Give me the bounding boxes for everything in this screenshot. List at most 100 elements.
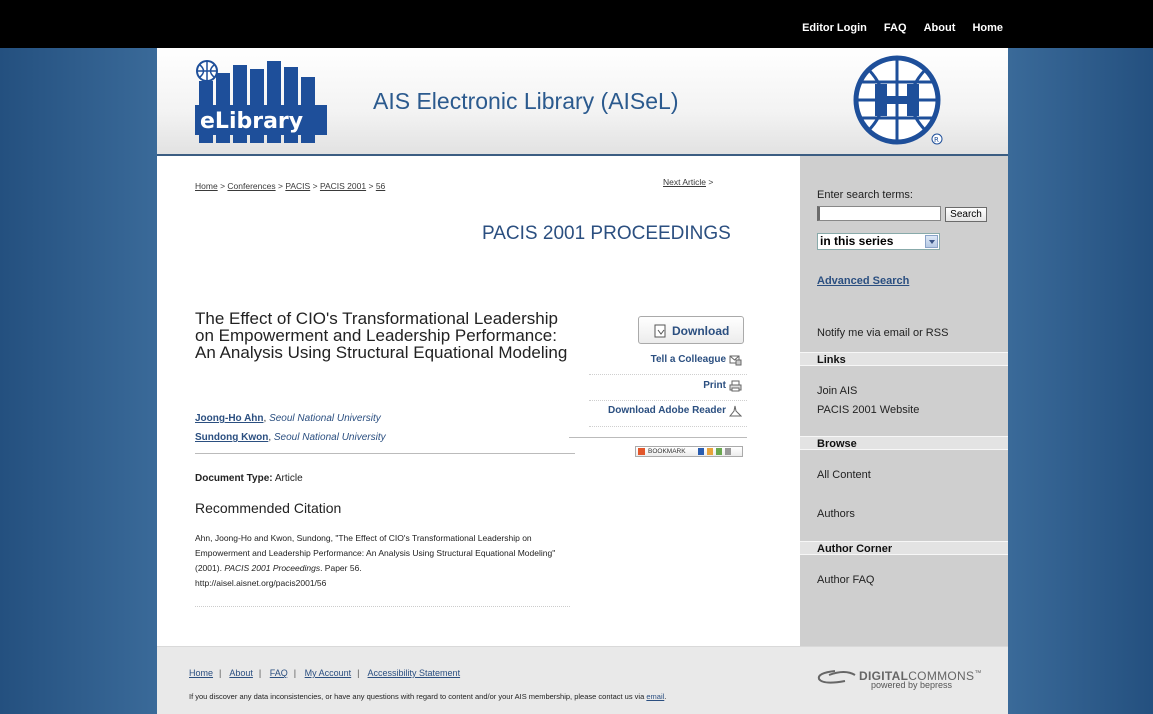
footer-link-about[interactable]: About [229,668,253,678]
footer-link-my-account[interactable]: My Account [305,668,352,678]
topnav-home[interactable]: Home [972,22,1003,34]
footer-link-home[interactable]: Home [189,668,213,678]
breadcrumb-pacis[interactable]: PACIS [285,181,310,191]
tell-colleague-row: Tell a Colleague [577,354,744,370]
separator: | [258,668,262,678]
share-icon [707,448,713,455]
search-label: Enter search terms: [817,189,913,201]
site-header: eLibrary AIS Electronic Library (AISeL) … [157,48,1008,154]
divider [195,606,570,607]
digital-commons-sub: powered by bepress [871,680,953,690]
elibrary-logo[interactable]: eLibrary [195,59,327,145]
footer-links: Home | About | FAQ | My Account | Accessibil… [189,668,460,678]
search-scope-value: in this series [820,234,894,248]
document-type: Document Type: Article [195,473,303,484]
breadcrumb-separator: > [220,181,226,191]
bookmark-plus-icon [638,448,645,455]
next-article-arrow: > [708,177,714,187]
mail-icon [729,355,742,366]
author-name-link[interactable]: Sundong Kwon [195,432,268,443]
print-link[interactable]: Print [703,380,726,391]
print-row: Print [577,380,744,396]
recommended-citation-heading: Recommended Citation [195,500,342,516]
separator: | [219,668,222,678]
browse-heading: Browse [800,436,1008,450]
topnav-faq[interactable]: FAQ [884,22,907,34]
divider [589,400,747,401]
adobe-row: Download Adobe Reader [577,405,744,421]
bookmark-label: BOOKMARK [648,448,686,455]
breadcrumb-separator: > [312,181,318,191]
topnav-about[interactable]: About [924,22,956,34]
digital-commons-tm: ™ [974,670,982,677]
page-container: eLibrary AIS Electronic Library (AISeL) … [157,48,1008,714]
notify-link[interactable]: Notify me via email or RSS [817,327,948,339]
share-icon [698,448,704,455]
tell-colleague-link[interactable]: Tell a Colleague [651,354,726,365]
links-heading: Links [800,352,1008,366]
author-name-link[interactable]: Joong-Ho Ahn [195,413,264,424]
footer: Home | About | FAQ | My Account | Accessibil… [157,646,1008,714]
search-input[interactable] [817,206,941,221]
footer-link-accessibility[interactable]: Accessibility Statement [368,668,461,678]
share-icon [725,448,731,455]
top-nav: Editor Login FAQ About Home [788,22,1003,34]
logo-text: eLibrary [200,109,303,134]
sidebar-link-all-content[interactable]: All Content [817,469,871,481]
advanced-search-link[interactable]: Advanced Search [817,275,909,287]
breadcrumb: Home > Conferences > PACIS > PACIS 2001 … [195,181,385,191]
adobe-reader-link[interactable]: Download Adobe Reader [608,405,726,416]
footer-link-faq[interactable]: FAQ [270,668,288,678]
document-type-value: Article [274,473,303,484]
breadcrumb-conferences[interactable]: Conferences [227,181,275,191]
svg-text:R: R [934,136,939,144]
download-icon [654,324,666,338]
adobe-icon [729,405,742,417]
sidebar-link-pacis-website[interactable]: PACIS 2001 Website [817,404,919,416]
breadcrumb-56[interactable]: 56 [376,181,385,191]
series-title[interactable]: PACIS 2001 PROCEEDINGS [482,223,731,245]
citation-proceedings: PACIS 2001 Proceedings [224,563,321,573]
separator: | [357,668,360,678]
ais-seal-icon: R [853,55,943,145]
share-icon [716,448,722,455]
breadcrumb-home[interactable]: Home [195,181,218,191]
download-label: Download [672,324,730,338]
divider [569,437,747,438]
author-2: Sundong Kwon, Seoul National University [195,432,386,443]
divider [589,374,747,375]
divider [195,453,575,454]
divider [589,426,747,427]
topnav-editor-login[interactable]: Editor Login [802,22,867,34]
citation-text: Ahn, Joong-Ho and Kwon, Sundong, "The Ef… [195,531,575,591]
author-1: Joong-Ho Ahn, Seoul National University [195,413,381,424]
article-title: The Effect of CIO's Transformational Lea… [195,309,568,362]
next-article: Next Article > [663,177,713,187]
citation-paper: . Paper 56. [320,563,362,573]
site-title: AIS Electronic Library (AISeL) [373,88,679,114]
breadcrumb-pacis-2001[interactable]: PACIS 2001 [320,181,366,191]
breadcrumb-separator: > [277,181,283,191]
document-type-label: Document Type: [195,473,273,484]
footer-note: If you discover any data inconsistencies… [189,692,667,701]
search-scope-select[interactable]: in this series [817,233,940,250]
sidebar-link-author-faq[interactable]: Author FAQ [817,574,874,586]
sidebar-link-authors[interactable]: Authors [817,508,855,520]
next-article-link[interactable]: Next Article [663,177,706,187]
sidebar-link-join-ais[interactable]: Join AIS [817,385,857,397]
author-affiliation: Seoul National University [269,413,381,424]
footer-note-text: If you discover any data inconsistencies… [189,692,645,701]
download-button[interactable]: Download [638,316,744,344]
footer-email-link[interactable]: email [646,692,664,701]
author-affiliation: Seoul National University [273,432,386,443]
printer-icon [729,380,742,392]
separator: | [293,668,297,678]
search-button[interactable]: Search [945,207,987,222]
chevron-down-icon [925,235,938,248]
author-corner-heading: Author Corner [800,541,1008,555]
bookmark-button[interactable]: BOOKMARK [635,446,743,457]
breadcrumb-separator: > [368,181,374,191]
sidebar: Enter search terms: Search in this serie… [800,156,1008,646]
citation-url: http://aisel.aisnet.org/pacis2001/56 [195,578,327,588]
top-bar: Editor Login FAQ About Home [0,0,1153,48]
